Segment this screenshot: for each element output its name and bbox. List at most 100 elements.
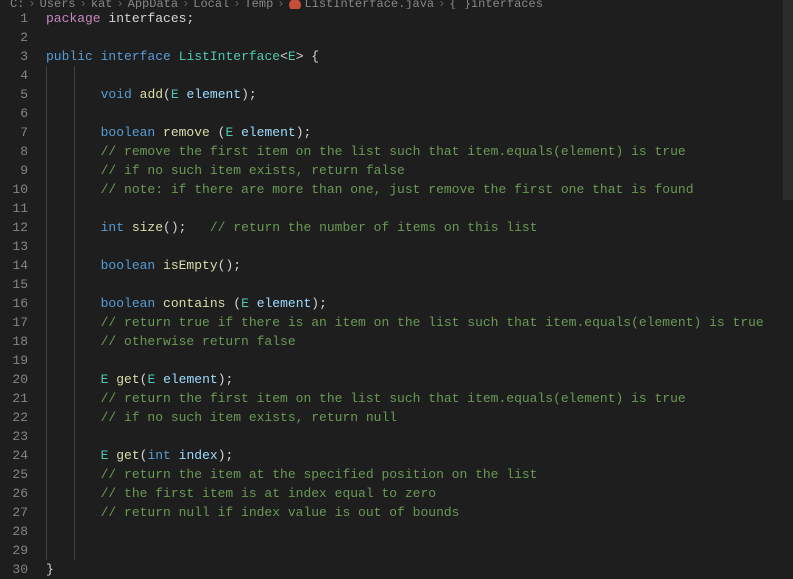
scrollbar-track[interactable]	[783, 0, 793, 577]
line-number: 13	[0, 237, 28, 256]
code-token: // return the number of items on this li…	[210, 220, 538, 235]
scrollbar-thumb[interactable]	[783, 0, 793, 200]
code-line[interactable]	[46, 28, 793, 47]
code-line[interactable]: // the first item is at index equal to z…	[46, 484, 793, 503]
code-line[interactable]: void add(E element);	[46, 85, 793, 104]
code-token	[93, 49, 101, 64]
code-line[interactable]	[46, 104, 793, 123]
code-editor: 1234567891011121314151617181920212223242…	[0, 9, 793, 579]
code-token	[155, 258, 163, 273]
breadcrumb-segment[interactable]: C:	[10, 0, 24, 9]
code-line[interactable]: // if no such item exists, return false	[46, 161, 793, 180]
code-token: // return true if there is an item on th…	[101, 315, 764, 330]
code-line[interactable]: // note: if there are more than one, jus…	[46, 180, 793, 199]
code-token: // return null if index value is out of …	[101, 505, 460, 520]
breadcrumb-segment[interactable]: kat	[91, 0, 113, 9]
code-token	[233, 125, 241, 140]
line-number: 25	[0, 465, 28, 484]
code-line[interactable]: boolean contains (E element);	[46, 294, 793, 313]
line-number: 7	[0, 123, 28, 142]
code-line[interactable]	[46, 541, 793, 560]
breadcrumb-segment[interactable]: Temp	[244, 0, 273, 9]
breadcrumb-file[interactable]: ListInterface.java	[305, 0, 435, 9]
code-token	[155, 296, 163, 311]
code-token: }	[46, 562, 54, 577]
code-token: element	[241, 125, 296, 140]
line-number: 30	[0, 560, 28, 579]
code-line[interactable]	[46, 275, 793, 294]
chevron-right-icon: ›	[116, 0, 123, 9]
code-token: // note: if there are more than one, jus…	[101, 182, 694, 197]
code-line[interactable]: E get(E element);	[46, 370, 793, 389]
code-token	[171, 49, 179, 64]
code-token: ();	[218, 258, 241, 273]
code-line[interactable]: boolean remove (E element);	[46, 123, 793, 142]
line-number: 26	[0, 484, 28, 503]
code-line[interactable]	[46, 351, 793, 370]
code-token: element	[257, 296, 312, 311]
code-token: E	[171, 87, 179, 102]
code-token: element	[163, 372, 218, 387]
code-token: void	[101, 87, 132, 102]
breadcrumb-segment[interactable]: Users	[40, 0, 76, 9]
line-number: 20	[0, 370, 28, 389]
code-line[interactable]: E get(int index);	[46, 446, 793, 465]
breadcrumb-segment[interactable]: AppData	[128, 0, 178, 9]
code-line[interactable]: // return the item at the specified posi…	[46, 465, 793, 484]
code-token: index	[179, 448, 218, 463]
code-token: );	[218, 372, 234, 387]
line-number: 5	[0, 85, 28, 104]
code-token: E	[288, 49, 296, 64]
code-line[interactable]: // otherwise return false	[46, 332, 793, 351]
breadcrumb[interactable]: C:›Users›kat›AppData›Local›Temp›ListInte…	[0, 0, 793, 9]
line-number: 11	[0, 199, 28, 218]
code-line[interactable]	[46, 427, 793, 446]
code-token: ();	[163, 220, 210, 235]
code-line[interactable]: // if no such item exists, return null	[46, 408, 793, 427]
code-token	[249, 296, 257, 311]
code-line[interactable]: // remove the first item on the list suc…	[46, 142, 793, 161]
code-line[interactable]: boolean isEmpty();	[46, 256, 793, 275]
code-line[interactable]	[46, 522, 793, 541]
line-number: 8	[0, 142, 28, 161]
line-number: 24	[0, 446, 28, 465]
code-line[interactable]: // return the first item on the list suc…	[46, 389, 793, 408]
code-token: get	[116, 372, 139, 387]
code-token	[124, 220, 132, 235]
code-line[interactable]: // return null if index value is out of …	[46, 503, 793, 522]
code-token: int	[147, 448, 170, 463]
breadcrumb-path[interactable]: C:›Users›kat›AppData›Local›Temp›ListInte…	[10, 0, 543, 9]
code-token	[155, 125, 163, 140]
breadcrumb-symbol[interactable]: interfaces	[471, 0, 543, 9]
braces-icon: { }	[449, 0, 471, 9]
line-number: 1	[0, 9, 28, 28]
code-token: E	[241, 296, 249, 311]
code-token: );	[241, 87, 257, 102]
code-line[interactable]: // return true if there is an item on th…	[46, 313, 793, 332]
code-token: package	[46, 11, 101, 26]
code-token: ListInterface	[179, 49, 280, 64]
code-token: // return the first item on the list suc…	[101, 391, 686, 406]
code-token: (	[210, 125, 226, 140]
code-line[interactable]	[46, 199, 793, 218]
line-number: 6	[0, 104, 28, 123]
code-token: public	[46, 49, 93, 64]
line-number-gutter: 1234567891011121314151617181920212223242…	[0, 9, 46, 579]
code-token: );	[311, 296, 327, 311]
code-line[interactable]: public interface ListInterface<E> {	[46, 47, 793, 66]
code-token: interface	[101, 49, 171, 64]
line-number: 28	[0, 522, 28, 541]
line-number: 3	[0, 47, 28, 66]
code-token: ;	[186, 11, 194, 26]
code-token: // remove the first item on the list suc…	[101, 144, 686, 159]
code-area[interactable]: package interfaces; public interface List…	[46, 9, 793, 579]
breadcrumb-segment[interactable]: Local	[193, 0, 229, 9]
code-line[interactable]	[46, 66, 793, 85]
error-circle-icon	[289, 0, 301, 9]
code-token: // otherwise return false	[101, 334, 296, 349]
code-line[interactable]: package interfaces;	[46, 9, 793, 28]
code-line[interactable]	[46, 237, 793, 256]
code-line[interactable]: }	[46, 560, 793, 579]
code-token: // return the item at the specified posi…	[101, 467, 538, 482]
code-line[interactable]: int size(); // return the number of item…	[46, 218, 793, 237]
